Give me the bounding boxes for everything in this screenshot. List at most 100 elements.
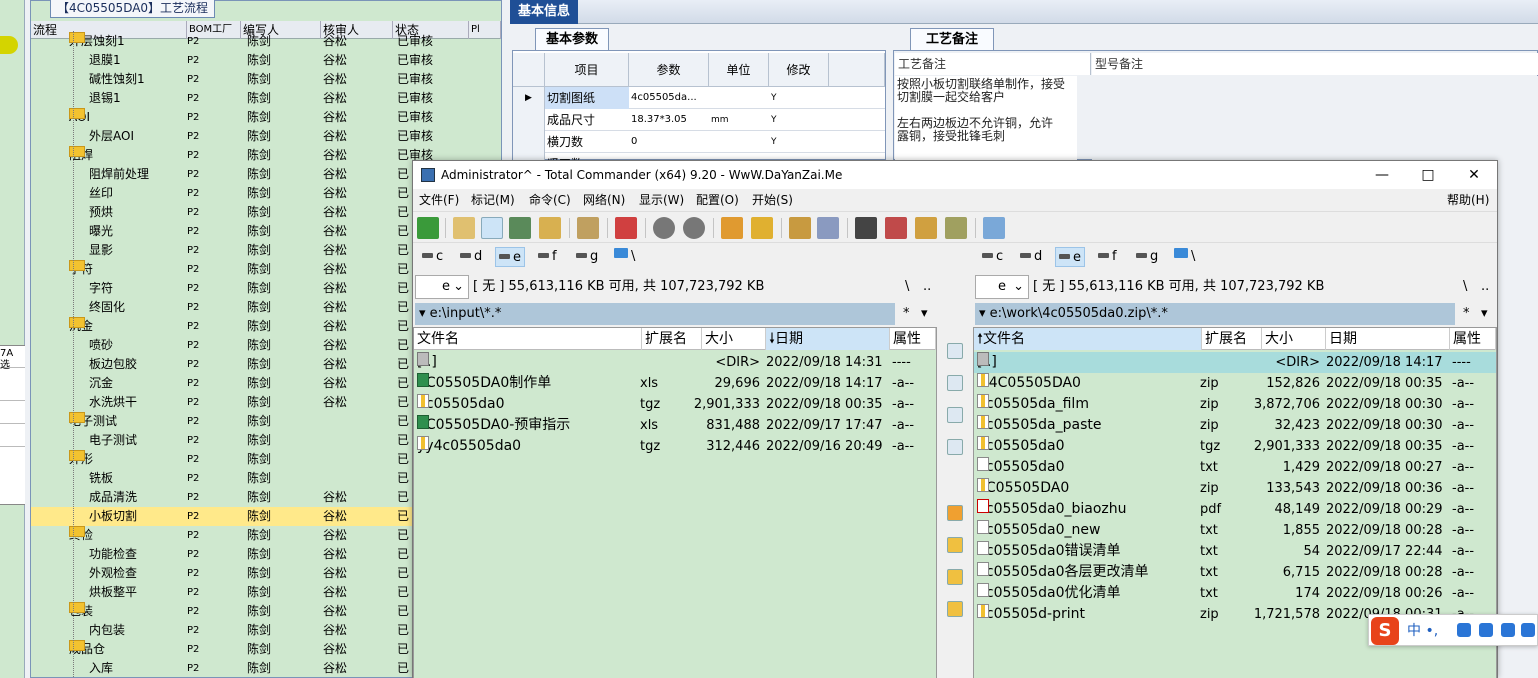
params-row[interactable]: ▶ 切割图纸 4c05505da... Y (513, 87, 885, 109)
ime-mode[interactable]: 中 •, (1407, 619, 1438, 643)
col-date[interactable]: 🠗日期 (766, 328, 890, 350)
table-row[interactable]: 外层蚀刻1 P2 陈剑 谷松 已审核 (31, 32, 501, 51)
selection-icon[interactable] (615, 217, 637, 239)
table-row[interactable]: AOIP2陈剑谷松已审核 (31, 108, 501, 127)
parent-button[interactable]: .. (923, 275, 931, 299)
col-size[interactable]: 大小 (1262, 328, 1326, 350)
tree-icon[interactable] (539, 217, 561, 239)
file-row[interactable]: 4C05505DA0 zip 133,543 2022/09/18 00:36 -a-- (974, 478, 1496, 499)
edit-icon[interactable] (947, 375, 963, 391)
file-row[interactable]: 4c05505da0 txt 1,429 2022/09/18 00:27 -a-- (974, 457, 1496, 478)
file-row[interactable]: 4C05505DA0制作单 xls 29,696 2022/09/18 14:17 -a… (414, 373, 936, 394)
drive-button-f[interactable]: f (1095, 247, 1120, 267)
drive-button-c[interactable]: c (419, 247, 446, 267)
process-notes-text[interactable]: 按照小板切割联络单制作，接受 切割膜一起交给客户 左右两边板边不允许铜，允许 露… (895, 76, 1077, 160)
table-row[interactable]: 退膜1 P2 陈剑 谷松 已审核 (31, 51, 501, 70)
params-row[interactable]: 横刀数 0 Y (513, 131, 885, 153)
file-row[interactable]: [..] <DIR> 2022/09/18 14:17 ---- (974, 352, 1496, 373)
col-filename[interactable]: 文件名 (414, 328, 642, 350)
left-drive-select[interactable]: e ⌄ (415, 275, 469, 299)
file-row[interactable]: 4C05505DA0-预审指示 xls 831,488 2022/09/17 17:4… (414, 415, 936, 436)
param-value[interactable]: 4c05505da... (629, 87, 709, 109)
drive-button-d[interactable]: d (1017, 247, 1045, 267)
folder-icon[interactable] (947, 569, 963, 585)
file-row[interactable]: 4c05505da_film zip 3,872,706 2022/09/18 00:… (974, 394, 1496, 415)
notepad-icon[interactable] (983, 217, 1005, 239)
col-date[interactable]: 日期 (1326, 328, 1450, 350)
file-row[interactable]: 4c05505da0_new txt 1,855 2022/09/18 00:28 -a… (974, 520, 1496, 541)
thumbnail-icon[interactable] (509, 217, 531, 239)
menu-start[interactable]: 开始(S) (752, 189, 793, 211)
table-row[interactable]: 退锡1 P2 陈剑 谷松 已审核 (31, 89, 501, 108)
drive-button-e[interactable]: e (1055, 247, 1085, 267)
file-row[interactable]: 4c05505da0优化清单 txt 174 2022/09/18 00:26 -a-- (974, 583, 1496, 604)
tab-process-notes[interactable]: 工艺备注 (910, 28, 994, 50)
row-selector[interactable] (513, 131, 545, 153)
drive-button-c[interactable]: c (979, 247, 1006, 267)
file-row[interactable]: 4c05505da0 tgz 2,901,333 2022/09/18 00:35 -a… (414, 394, 936, 415)
param-value[interactable]: 18.37*3.05 (629, 109, 709, 131)
col-param[interactable]: 参数 (629, 53, 709, 87)
side-row[interactable] (0, 379, 25, 401)
back-icon[interactable] (653, 217, 675, 239)
gift-icon[interactable] (947, 505, 963, 521)
table-row[interactable]: 碱性蚀刻1 P2 陈剑 谷松 已审核 (31, 70, 501, 89)
full-view-icon[interactable] (481, 217, 503, 239)
drive-button-g[interactable]: g (1133, 247, 1161, 267)
root-button[interactable]: \ (1463, 275, 1467, 299)
right-path[interactable]: ▾ e:\work\4c05505da0.zip\*.* (975, 303, 1455, 325)
close-icon[interactable]: ✕ (1451, 161, 1497, 189)
pack-icon[interactable] (721, 217, 743, 239)
col-attr[interactable]: 属性 (890, 328, 936, 350)
menu-help[interactable]: 帮助(H) (1447, 189, 1489, 211)
col-filename[interactable]: 🠕文件名 (974, 328, 1202, 350)
sogou-logo-icon[interactable]: S (1371, 617, 1399, 645)
file-row[interactable]: 4c05505da_paste zip 32,423 2022/09/18 00:30… (974, 415, 1496, 436)
chevron-down-icon[interactable]: ▾ (921, 303, 928, 325)
file-row[interactable]: 4c05505da0错误清单 txt 54 2022/09/17 22:44 -a-- (974, 541, 1496, 562)
parent-button[interactable]: .. (1481, 275, 1489, 299)
right-filter[interactable]: * (1463, 303, 1470, 325)
col-ext[interactable]: 扩展名 (642, 328, 702, 350)
window-titlebar[interactable]: Administrator^ - Total Commander (x64) 9… (413, 161, 1497, 189)
col-attr[interactable]: 属性 (1450, 328, 1496, 350)
sync-dirs-icon[interactable] (915, 217, 937, 239)
new-folder-icon[interactable] (947, 537, 963, 553)
row-selector[interactable]: ▶ (513, 87, 545, 109)
right-drive-select[interactable]: e ⌄ (975, 275, 1029, 299)
param-value[interactable]: 0 (629, 131, 709, 153)
tab-basic-params[interactable]: 基本参数 (535, 28, 609, 50)
col-item[interactable]: 项目 (545, 53, 629, 87)
side-row[interactable] (0, 425, 25, 447)
menu-config[interactable]: 配置(O) (696, 189, 739, 211)
left-path[interactable]: ▾ e:\input\*.* (415, 303, 895, 325)
skin-icon[interactable] (1501, 623, 1515, 637)
drive-button-f[interactable]: f (535, 247, 560, 267)
col-modify[interactable]: 修改 (769, 53, 829, 87)
multi-rename-icon[interactable] (885, 217, 907, 239)
minimize-icon[interactable]: — (1359, 161, 1405, 189)
model-notes-text[interactable] (1092, 76, 1538, 160)
left-filter[interactable]: * (903, 303, 910, 325)
menu-show[interactable]: 显示(W) (639, 189, 684, 211)
file-row[interactable]: #4C05505DA0 zip 152,826 2022/09/18 00:35 -a-… (974, 373, 1496, 394)
menu-mark[interactable]: 标记(M) (471, 189, 515, 211)
view-icon[interactable] (947, 343, 963, 359)
search-icon[interactable] (855, 217, 877, 239)
row-selector[interactable] (513, 109, 545, 131)
maximize-icon[interactable]: □ (1405, 161, 1451, 189)
params-row[interactable]: 成品尺寸 18.37*3.05 mm Y (513, 109, 885, 131)
col-size[interactable]: 大小 (702, 328, 766, 350)
toolbox-icon[interactable] (1521, 623, 1535, 637)
microphone-icon[interactable] (1457, 623, 1471, 637)
drive-button-e[interactable]: e (495, 247, 525, 267)
compare-icon[interactable] (945, 217, 967, 239)
file-row[interactable]: [..] <DIR> 2022/09/18 14:31 ---- (414, 352, 936, 373)
refresh-icon[interactable] (417, 217, 439, 239)
drive-button-network[interactable]: \ (1171, 247, 1198, 267)
unpack-icon[interactable] (751, 217, 773, 239)
brief-view-icon[interactable] (453, 217, 475, 239)
folder-icon[interactable] (947, 601, 963, 617)
copy-icon[interactable] (947, 407, 963, 423)
ftp-icon[interactable] (789, 217, 811, 239)
